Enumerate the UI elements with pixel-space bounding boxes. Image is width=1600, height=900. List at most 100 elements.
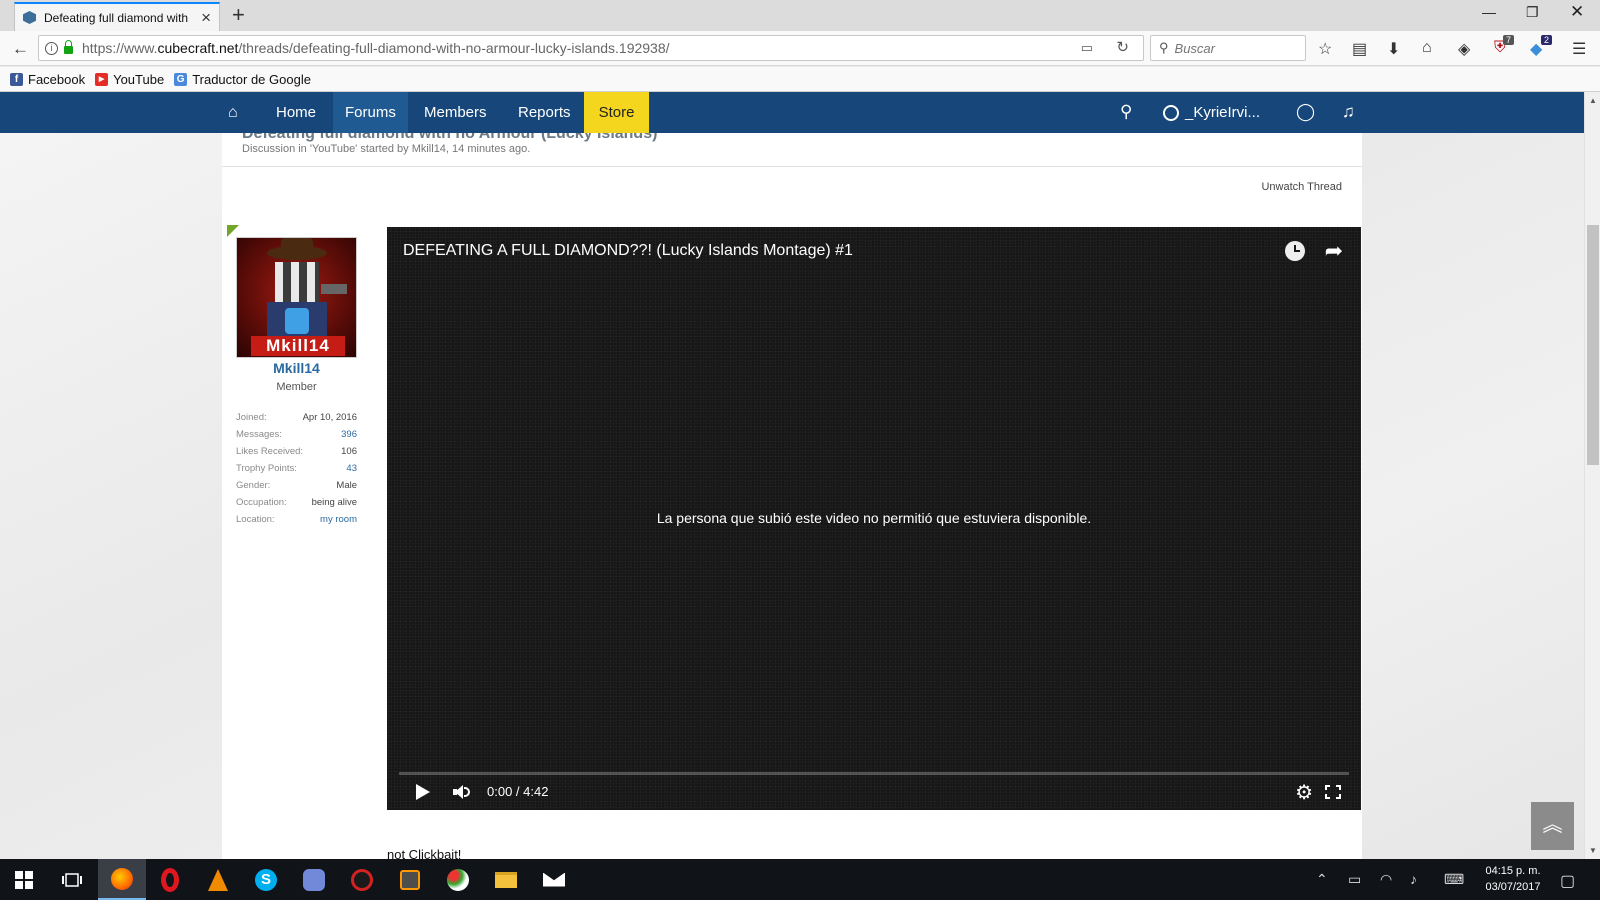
file-explorer-icon[interactable] (482, 859, 530, 900)
scrollbar-thumb[interactable] (1587, 225, 1599, 465)
fullscreen-icon[interactable] (1325, 785, 1341, 799)
windows-taskbar: S ⌃ ▭ ◠ ♪ ⌨ 04:15 p. m. 03/07/2017 ▢ (0, 859, 1600, 900)
menu-hamburger-icon[interactable]: ☰ (1572, 39, 1586, 59)
user-icon (1163, 104, 1179, 121)
paint-icon[interactable] (434, 859, 482, 900)
volume-wave-icon (464, 787, 470, 797)
vlc-icon[interactable] (194, 859, 242, 900)
bookmark-label: Traductor de Google (192, 71, 311, 87)
home-icon[interactable]: ⌂ (1422, 39, 1432, 57)
show-hidden-icons-chevron-icon[interactable]: ⌃ (1316, 871, 1328, 888)
info-row-joined: Joined: Apr 10, 2016 (236, 412, 357, 423)
author-title: Member (276, 381, 317, 393)
clock-time: 04:15 p. m. (1485, 865, 1541, 877)
library-icon[interactable]: ▤ (1352, 39, 1367, 59)
bookmark-label: YouTube (113, 71, 165, 87)
author-info: Joined: Apr 10, 2016 Messages: 396 Likes R… (236, 409, 357, 528)
pocket-icon[interactable]: ◈ (1458, 39, 1470, 59)
bookmark-google-translate[interactable]: G Traductor de Google (174, 72, 311, 87)
tab-close-icon[interactable]: × (201, 8, 211, 28)
bookmark-star-icon[interactable]: ☆ (1318, 39, 1332, 59)
opera-icon[interactable] (146, 859, 194, 900)
divider (222, 166, 1362, 167)
nav-forums[interactable]: Forums (333, 92, 408, 133)
back-arrow-icon[interactable]: ← (12, 39, 29, 59)
alerts-bell-icon[interactable]: ♫ (1342, 102, 1355, 122)
info-row-location: Location: my room (236, 514, 357, 525)
author-username[interactable]: Mkill14 (236, 360, 357, 376)
action-center-icon[interactable]: ▢ (1560, 871, 1575, 891)
share-arrow-icon[interactable]: ➦ (1325, 238, 1343, 264)
google-translate-icon: G (174, 72, 188, 86)
video-player[interactable]: DEFEATING A FULL DIAMOND??! (Lucky Islan… (387, 227, 1361, 810)
speaker-icon[interactable]: ♪ (1410, 871, 1417, 887)
bookmark-facebook[interactable]: f Facebook (10, 72, 85, 87)
battery-icon[interactable]: ▭ (1348, 871, 1361, 888)
download-icon[interactable]: ⬇ (1387, 39, 1400, 59)
facebook-icon: f (10, 72, 23, 86)
task-view-icon[interactable] (48, 859, 96, 900)
keyboard-icon[interactable]: ⌨ (1444, 871, 1464, 888)
site-search-icon[interactable]: ⚲ (1120, 102, 1132, 122)
address-bar[interactable]: i https://www.cubecraft.net/threads/defe… (38, 35, 1144, 61)
youtube-icon: ▶ (95, 72, 109, 86)
video-progress-bar[interactable] (399, 772, 1349, 775)
skype-icon[interactable]: S (242, 859, 290, 900)
conversations-icon[interactable]: ◯ (1296, 102, 1315, 122)
search-input[interactable] (1174, 40, 1295, 56)
scroll-to-top-button[interactable]: ︽ (1531, 802, 1574, 850)
mail-icon[interactable] (530, 859, 578, 900)
bookmarks-bar: f Facebook ▶ YouTube G Traductor de Goog… (0, 67, 1600, 92)
browser-tab[interactable]: Defeating full diamond with × (14, 2, 220, 31)
taskbar-clock[interactable]: 04:15 p. m. 03/07/2017 (1478, 863, 1548, 895)
search-bar[interactable]: ⚲ (1150, 35, 1306, 61)
browser-toolbar: ← i https://www.cubecraft.net/threads/de… (0, 31, 1600, 66)
unwatch-thread-link[interactable]: Unwatch Thread (1261, 181, 1342, 193)
page-scrollbar[interactable]: ▲ ▼ (1584, 92, 1600, 859)
video-unavailable-message: La persona que subió este video no permi… (656, 510, 1092, 526)
nav-store[interactable]: Store (584, 92, 649, 133)
avatar-logo-text: Mkill14 (251, 336, 345, 356)
search-icon: ⚲ (1159, 40, 1169, 55)
info-row-gender: Gender: Male (236, 480, 357, 491)
sublime-text-icon[interactable] (386, 859, 434, 900)
new-post-marker (227, 225, 239, 237)
video-time: 0:00 / 4:42 (487, 784, 549, 799)
wifi-icon[interactable]: ◠ (1380, 871, 1392, 888)
minimize-button[interactable]: — (1482, 4, 1496, 20)
bookmark-youtube[interactable]: ▶ YouTube (95, 72, 164, 87)
nav-home[interactable]: Home (264, 92, 328, 133)
bookmark-label: Facebook (28, 71, 86, 87)
reader-view-icon[interactable]: ▭ (1081, 40, 1093, 56)
info-row-likes: Likes Received: 106 (236, 446, 357, 457)
user-menu[interactable]: _KyrieIrvi... (1163, 92, 1260, 133)
discord-icon[interactable] (290, 859, 338, 900)
site-navigation: ⌂ Home Forums Members Reports Store ⚲ _K… (0, 92, 1600, 133)
tab-title: Defeating full diamond with (44, 10, 189, 25)
url-text[interactable]: https://www.cubecraft.net/threads/defeat… (82, 40, 670, 56)
avatar[interactable]: Mkill14 (236, 237, 357, 358)
username-label: _KyrieIrvi... (1185, 104, 1261, 121)
play-icon[interactable] (416, 784, 430, 800)
site-home-icon[interactable]: ⌂ (228, 104, 238, 122)
scroll-down-icon[interactable]: ▼ (1585, 846, 1600, 855)
lock-icon (64, 40, 73, 54)
nav-members[interactable]: Members (412, 92, 499, 133)
reload-icon[interactable]: ↻ (1116, 38, 1129, 56)
firefox-icon[interactable] (98, 859, 146, 900)
scroll-up-icon[interactable]: ▲ (1585, 96, 1600, 105)
cubecraft-favicon-icon (23, 11, 36, 24)
site-info-icon[interactable]: i (45, 41, 58, 55)
video-title[interactable]: DEFEATING A FULL DIAMOND??! (Lucky Islan… (403, 242, 853, 260)
restore-button[interactable]: ❐ (1526, 4, 1539, 21)
close-window-button[interactable]: ✕ (1570, 2, 1584, 22)
game-app-icon[interactable] (338, 859, 386, 900)
thread-meta: Discussion in 'YouTube' started by Mkill… (242, 143, 531, 155)
watch-later-clock-icon[interactable] (1285, 241, 1305, 261)
new-tab-button[interactable]: + (232, 2, 245, 28)
ublock-badge: 7 (1503, 35, 1515, 45)
windows-start-icon[interactable] (0, 859, 48, 900)
settings-gear-icon[interactable]: ⚙ (1295, 780, 1313, 805)
info-row-occupation: Occupation: being alive (236, 497, 357, 508)
nav-reports[interactable]: Reports (506, 92, 583, 133)
